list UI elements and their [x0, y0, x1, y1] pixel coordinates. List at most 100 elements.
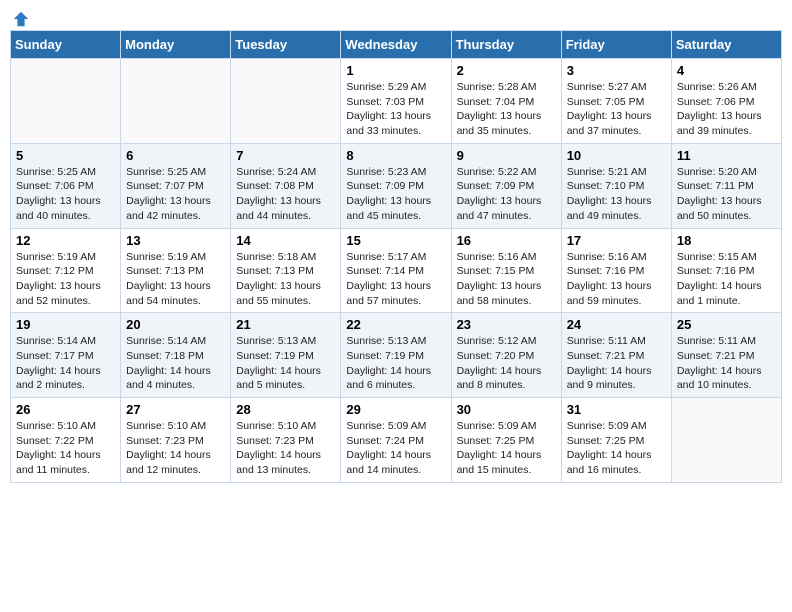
page-header [10, 10, 782, 22]
day-info: Sunrise: 5:13 AMSunset: 7:19 PMDaylight:… [346, 334, 445, 393]
calendar-cell [121, 59, 231, 144]
calendar-cell: 6 Sunrise: 5:25 AMSunset: 7:07 PMDaylight… [121, 143, 231, 228]
calendar-cell: 25 Sunrise: 5:11 AMSunset: 7:21 PMDayligh… [671, 313, 781, 398]
day-info: Sunrise: 5:25 AMSunset: 7:07 PMDaylight:… [126, 165, 225, 224]
day-number: 6 [126, 148, 225, 163]
calendar-cell: 23 Sunrise: 5:12 AMSunset: 7:20 PMDayligh… [451, 313, 561, 398]
calendar-cell: 5 Sunrise: 5:25 AMSunset: 7:06 PMDaylight… [11, 143, 121, 228]
calendar-cell: 17 Sunrise: 5:16 AMSunset: 7:16 PMDayligh… [561, 228, 671, 313]
day-number: 19 [16, 317, 115, 332]
day-number: 5 [16, 148, 115, 163]
calendar-cell: 30Sunrise: 5:09 AMSunset: 7:25 PMDayligh… [451, 398, 561, 483]
day-number: 8 [346, 148, 445, 163]
calendar-cell [11, 59, 121, 144]
calendar-cell: 12Sunrise: 5:19 AMSunset: 7:12 PMDayligh… [11, 228, 121, 313]
day-number: 10 [567, 148, 666, 163]
day-number: 24 [567, 317, 666, 332]
calendar-cell: 11 Sunrise: 5:20 AMSunset: 7:11 PMDayligh… [671, 143, 781, 228]
calendar-cell: 3 Sunrise: 5:27 AMSunset: 7:05 PMDaylight… [561, 59, 671, 144]
day-number: 7 [236, 148, 335, 163]
day-info: Sunrise: 5:12 AMSunset: 7:20 PMDaylight:… [457, 334, 556, 393]
calendar-cell: 7 Sunrise: 5:24 AMSunset: 7:08 PMDaylight… [231, 143, 341, 228]
calendar-cell: 15 Sunrise: 5:17 AMSunset: 7:14 PMDayligh… [341, 228, 451, 313]
day-number: 23 [457, 317, 556, 332]
day-info: Sunrise: 5:25 AMSunset: 7:06 PMDaylight:… [16, 165, 115, 224]
day-info: Sunrise: 5:16 AMSunset: 7:15 PMDaylight:… [457, 250, 556, 309]
calendar-cell: 18 Sunrise: 5:15 AMSunset: 7:16 PMDayligh… [671, 228, 781, 313]
day-info: Sunrise: 5:23 AMSunset: 7:09 PMDaylight:… [346, 165, 445, 224]
calendar-cell: 24 Sunrise: 5:11 AMSunset: 7:21 PMDayligh… [561, 313, 671, 398]
day-number: 16 [457, 233, 556, 248]
day-number: 12 [16, 233, 115, 248]
calendar-cell: 22 Sunrise: 5:13 AMSunset: 7:19 PMDayligh… [341, 313, 451, 398]
calendar-cell: 8 Sunrise: 5:23 AMSunset: 7:09 PMDaylight… [341, 143, 451, 228]
calendar-cell: 16 Sunrise: 5:16 AMSunset: 7:15 PMDayligh… [451, 228, 561, 313]
day-number: 4 [677, 63, 776, 78]
day-info: Sunrise: 5:22 AMSunset: 7:09 PMDaylight:… [457, 165, 556, 224]
calendar-cell: 10 Sunrise: 5:21 AMSunset: 7:10 PMDayligh… [561, 143, 671, 228]
day-number: 9 [457, 148, 556, 163]
day-of-week-header: Monday [121, 31, 231, 59]
day-info: Sunrise: 5:17 AMSunset: 7:14 PMDaylight:… [346, 250, 445, 309]
day-number: 29 [346, 402, 445, 417]
day-info: Sunrise: 5:14 AMSunset: 7:18 PMDaylight:… [126, 334, 225, 393]
day-number: 2 [457, 63, 556, 78]
calendar-cell [671, 398, 781, 483]
calendar-cell: 4 Sunrise: 5:26 AMSunset: 7:06 PMDaylight… [671, 59, 781, 144]
calendar-cell: 1 Sunrise: 5:29 AMSunset: 7:03 PMDaylight… [341, 59, 451, 144]
day-number: 13 [126, 233, 225, 248]
day-number: 30 [457, 402, 556, 417]
day-info: Sunrise: 5:10 AMSunset: 7:23 PMDaylight:… [126, 419, 225, 478]
day-number: 28 [236, 402, 335, 417]
calendar-cell: 28 Sunrise: 5:10 AMSunset: 7:23 PMDayligh… [231, 398, 341, 483]
day-info: Sunrise: 5:26 AMSunset: 7:06 PMDaylight:… [677, 80, 776, 139]
calendar-cell: 29 Sunrise: 5:09 AMSunset: 7:24 PMDayligh… [341, 398, 451, 483]
day-info: Sunrise: 5:20 AMSunset: 7:11 PMDaylight:… [677, 165, 776, 224]
day-info: Sunrise: 5:13 AMSunset: 7:19 PMDaylight:… [236, 334, 335, 393]
day-info: Sunrise: 5:21 AMSunset: 7:10 PMDaylight:… [567, 165, 666, 224]
day-number: 15 [346, 233, 445, 248]
logo [10, 10, 30, 22]
day-of-week-header: Sunday [11, 31, 121, 59]
day-number: 25 [677, 317, 776, 332]
day-info: Sunrise: 5:09 AMSunset: 7:25 PMDaylight:… [567, 419, 666, 478]
day-info: Sunrise: 5:11 AMSunset: 7:21 PMDaylight:… [567, 334, 666, 393]
day-number: 22 [346, 317, 445, 332]
day-info: Sunrise: 5:19 AMSunset: 7:13 PMDaylight:… [126, 250, 225, 309]
day-number: 17 [567, 233, 666, 248]
day-info: Sunrise: 5:29 AMSunset: 7:03 PMDaylight:… [346, 80, 445, 139]
day-number: 18 [677, 233, 776, 248]
day-of-week-header: Tuesday [231, 31, 341, 59]
day-number: 14 [236, 233, 335, 248]
calendar-cell: 14 Sunrise: 5:18 AMSunset: 7:13 PMDayligh… [231, 228, 341, 313]
day-of-week-header: Wednesday [341, 31, 451, 59]
calendar-cell: 31 Sunrise: 5:09 AMSunset: 7:25 PMDayligh… [561, 398, 671, 483]
day-info: Sunrise: 5:10 AMSunset: 7:23 PMDaylight:… [236, 419, 335, 478]
day-info: Sunrise: 5:24 AMSunset: 7:08 PMDaylight:… [236, 165, 335, 224]
day-info: Sunrise: 5:15 AMSunset: 7:16 PMDaylight:… [677, 250, 776, 309]
day-info: Sunrise: 5:27 AMSunset: 7:05 PMDaylight:… [567, 80, 666, 139]
day-number: 1 [346, 63, 445, 78]
calendar-cell: 20Sunrise: 5:14 AMSunset: 7:18 PMDayligh… [121, 313, 231, 398]
day-info: Sunrise: 5:18 AMSunset: 7:13 PMDaylight:… [236, 250, 335, 309]
day-info: Sunrise: 5:09 AMSunset: 7:24 PMDaylight:… [346, 419, 445, 478]
day-info: Sunrise: 5:14 AMSunset: 7:17 PMDaylight:… [16, 334, 115, 393]
day-info: Sunrise: 5:11 AMSunset: 7:21 PMDaylight:… [677, 334, 776, 393]
calendar-cell [231, 59, 341, 144]
calendar-cell: 21 Sunrise: 5:13 AMSunset: 7:19 PMDayligh… [231, 313, 341, 398]
day-of-week-header: Thursday [451, 31, 561, 59]
day-info: Sunrise: 5:28 AMSunset: 7:04 PMDaylight:… [457, 80, 556, 139]
day-number: 27 [126, 402, 225, 417]
day-number: 21 [236, 317, 335, 332]
calendar-cell: 19 Sunrise: 5:14 AMSunset: 7:17 PMDayligh… [11, 313, 121, 398]
day-number: 31 [567, 402, 666, 417]
day-info: Sunrise: 5:10 AMSunset: 7:22 PMDaylight:… [16, 419, 115, 478]
calendar-cell: 27 Sunrise: 5:10 AMSunset: 7:23 PMDayligh… [121, 398, 231, 483]
day-of-week-header: Friday [561, 31, 671, 59]
day-of-week-header: Saturday [671, 31, 781, 59]
day-number: 3 [567, 63, 666, 78]
calendar-cell: 9 Sunrise: 5:22 AMSunset: 7:09 PMDaylight… [451, 143, 561, 228]
logo-icon [12, 10, 30, 28]
day-number: 11 [677, 148, 776, 163]
day-info: Sunrise: 5:16 AMSunset: 7:16 PMDaylight:… [567, 250, 666, 309]
